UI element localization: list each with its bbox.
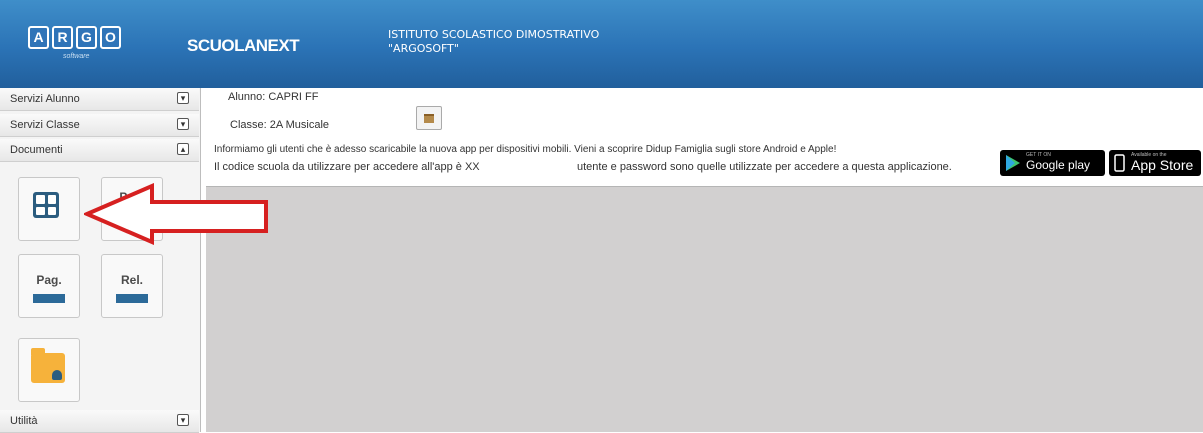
app-header: A R G O software SCUOLANEXT ISTITUTO SCO… bbox=[0, 0, 1203, 88]
section-label: Servizi Classe bbox=[10, 119, 80, 131]
main-content: Alunno: CAPRI FF Classe: 2A Musicale Inf… bbox=[206, 88, 1203, 432]
info-message-line-2b: utente e password sono quelle utilizzate… bbox=[577, 161, 952, 173]
tile-bacheca[interactable] bbox=[18, 177, 80, 241]
tile-label: Rel. bbox=[120, 273, 143, 287]
badge-big-text: App Store bbox=[1131, 157, 1194, 173]
chevron-down-icon[interactable]: ▾ bbox=[177, 118, 189, 130]
document-icon bbox=[33, 294, 65, 303]
app-brand: SCUOLANEXT bbox=[187, 36, 300, 55]
section-label: Utilità bbox=[10, 415, 38, 427]
calendar-icon bbox=[424, 114, 434, 123]
logo-letter: G bbox=[76, 26, 97, 49]
chevron-down-icon[interactable]: ▾ bbox=[177, 414, 189, 426]
sidebar-section-utilita[interactable]: Utilità ▾ bbox=[0, 410, 199, 433]
school-line-2: "ARGOSOFT" bbox=[388, 42, 459, 55]
logo-letter: R bbox=[52, 26, 73, 49]
class-name: Classe: 2A Musicale bbox=[230, 119, 330, 131]
section-label: Servizi Alunno bbox=[10, 93, 80, 105]
red-arrow-annotation bbox=[84, 183, 268, 245]
school-name: ISTITUTO SCOLASTICO DIMOSTRATIVO "ARGOSO… bbox=[388, 28, 599, 56]
info-message-line-1: Informiamo gli utenti che è adesso scari… bbox=[214, 144, 837, 155]
logo-letter: A bbox=[28, 26, 49, 49]
sidebar-section-documenti[interactable]: Documenti ▴ bbox=[0, 139, 199, 162]
sidebar-section-servizi-alunno[interactable]: Servizi Alunno ▾ bbox=[0, 88, 199, 111]
tile-label: Pag. bbox=[36, 273, 62, 287]
tile-pagella-2[interactable]: Pag. bbox=[18, 254, 80, 318]
chevron-up-icon[interactable]: ▴ bbox=[177, 143, 189, 155]
calendar-button[interactable] bbox=[416, 106, 442, 130]
logo-subtitle: software bbox=[63, 53, 90, 60]
folder-icon bbox=[31, 348, 65, 383]
chevron-down-icon[interactable]: ▾ bbox=[177, 92, 189, 104]
logo-letter: O bbox=[100, 26, 121, 49]
person-icon bbox=[52, 370, 62, 380]
phone-icon bbox=[1114, 154, 1125, 172]
student-name: Alunno: CAPRI FF bbox=[228, 91, 319, 103]
argo-logo[interactable]: A R G O bbox=[28, 26, 121, 49]
grid-icon bbox=[33, 192, 59, 218]
document-icon bbox=[116, 294, 148, 303]
tile-relazione[interactable]: Rel. bbox=[101, 254, 163, 318]
sidebar: Servizi Alunno ▾ Servizi Classe ▾ Docume… bbox=[0, 88, 201, 433]
app-store-badge[interactable]: Available on the App Store bbox=[1109, 150, 1201, 176]
section-label: Documenti bbox=[10, 144, 63, 156]
google-play-badge[interactable]: GET IT ON Google play bbox=[1000, 150, 1105, 176]
tile-documenti-folder[interactable] bbox=[18, 338, 80, 402]
school-line-1: ISTITUTO SCOLASTICO DIMOSTRATIVO bbox=[388, 28, 600, 41]
student-info-bar: Alunno: CAPRI FF Classe: 2A Musicale Inf… bbox=[206, 88, 1203, 187]
google-play-icon bbox=[1006, 155, 1020, 171]
info-message-line-2a: Il codice scuola da utilizzare per acced… bbox=[214, 161, 480, 173]
badge-big-text: Google play bbox=[1026, 158, 1091, 172]
sidebar-section-servizi-classe[interactable]: Servizi Classe ▾ bbox=[0, 114, 199, 137]
